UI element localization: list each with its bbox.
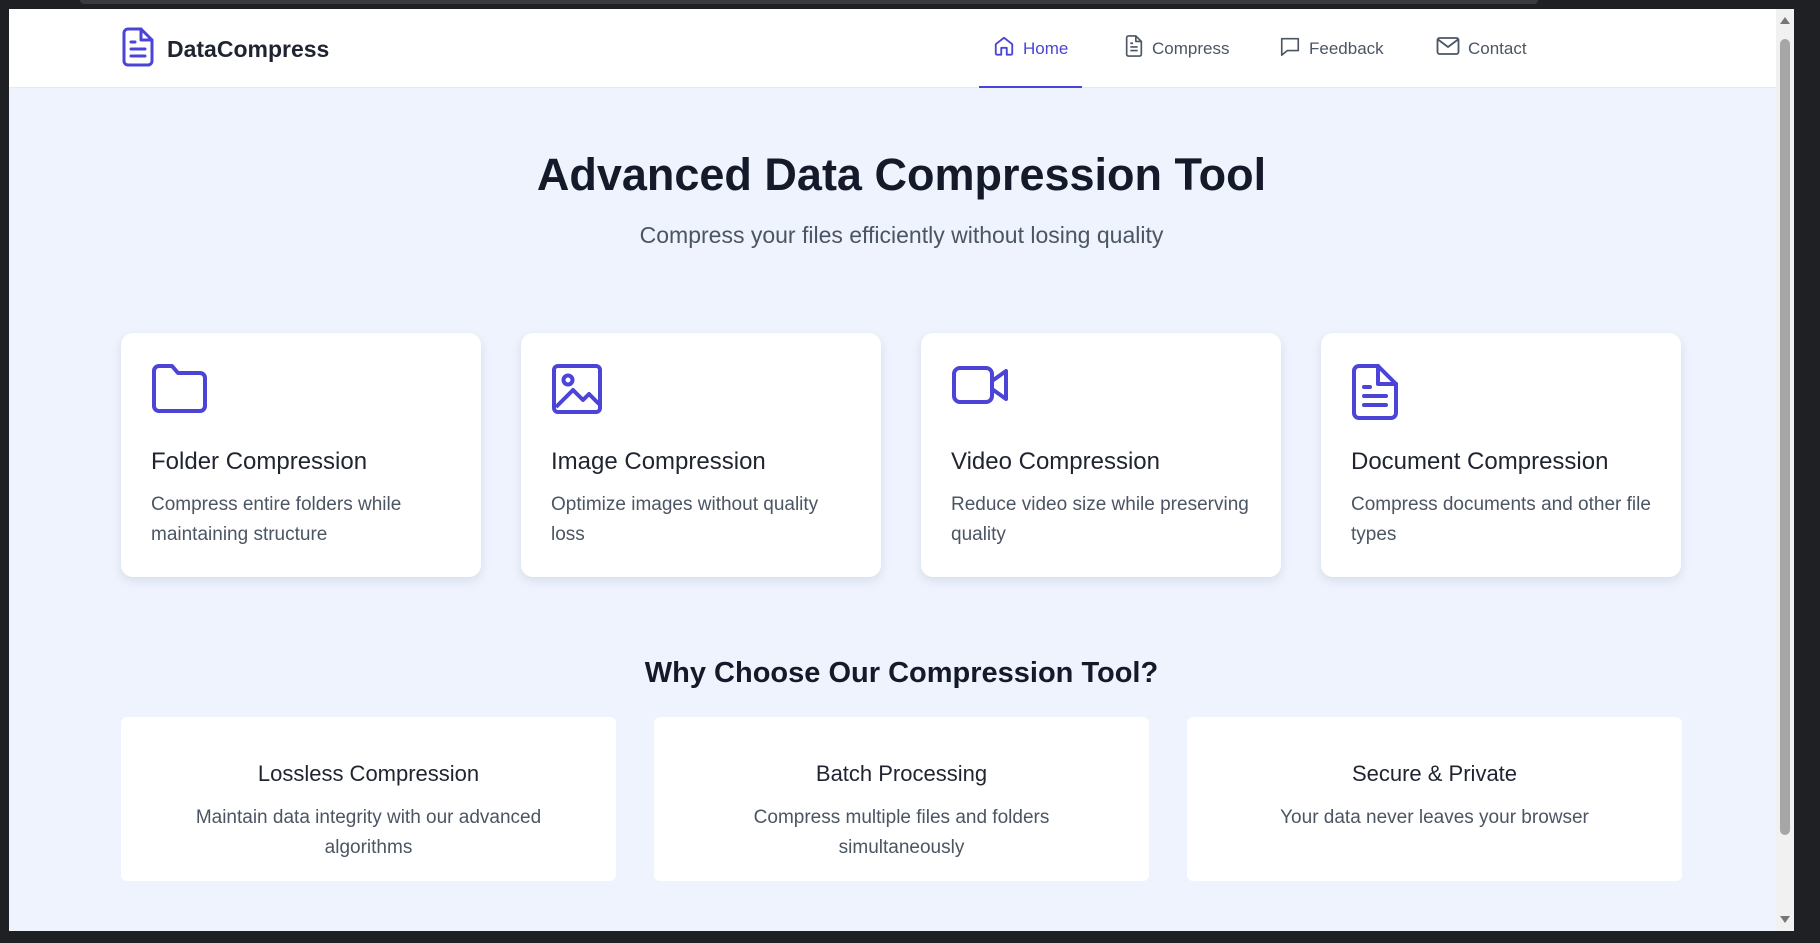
scroll-down-icon[interactable]	[1780, 916, 1790, 923]
feature-title: Batch Processing	[815, 761, 988, 786]
nav-compress[interactable]: Compress	[1124, 9, 1229, 88]
card-document-compression[interactable]: Document Compression Compress documents …	[1321, 333, 1681, 577]
nav-home-label: Home	[1023, 38, 1069, 58]
feature-lossless: Lossless Compression Maintain data integ…	[121, 717, 616, 881]
vertical-scrollbar[interactable]	[1776, 9, 1794, 931]
feature-batch: Batch Processing Compress multiple files…	[654, 717, 1149, 881]
document-icon	[1351, 363, 1401, 426]
card-title: Document Compression	[1351, 448, 1609, 475]
nav-feedback-label: Feedback	[1309, 38, 1384, 58]
card-title: Image Compression	[551, 448, 766, 475]
window-top-edge	[80, 0, 1538, 4]
navbar: DataCompress Home Compress Feedback Cont…	[9, 9, 1794, 88]
home-icon	[993, 35, 1015, 62]
feature-title: Lossless Compression	[257, 761, 480, 786]
browser-viewport: DataCompress Home Compress Feedback Cont…	[9, 9, 1794, 931]
feature-description: Your data never leaves your browser	[1280, 807, 1589, 828]
document-icon	[1124, 35, 1144, 62]
scroll-up-icon[interactable]	[1780, 17, 1790, 24]
card-title: Video Compression	[951, 448, 1161, 475]
image-icon	[551, 363, 603, 420]
document-icon	[121, 27, 155, 72]
page-subtitle: Compress your files efficiently without …	[639, 222, 1164, 248]
page-title: Advanced Data Compression Tool	[536, 149, 1267, 200]
card-title: Folder Compression	[151, 448, 368, 475]
card-description: Optimize images without quality loss	[551, 494, 819, 545]
nav-home[interactable]: Home	[979, 9, 1083, 88]
nav-compress-label: Compress	[1152, 38, 1230, 58]
card-description: Compress entire folders while maintainin…	[151, 494, 402, 545]
nav-contact-label: Contact	[1468, 38, 1527, 58]
feature-description: Maintain data integrity with our advance…	[195, 807, 542, 858]
brand-name: DataCompress	[167, 35, 330, 62]
card-description: Reduce video size while preserving quali…	[951, 494, 1249, 545]
card-description: Compress documents and other file types	[1351, 494, 1651, 545]
card-video-compression[interactable]: Video Compression Reduce video size whil…	[921, 333, 1281, 577]
scrollbar-thumb[interactable]	[1780, 39, 1790, 835]
folder-icon	[151, 363, 209, 420]
card-image-compression[interactable]: Image Compression Optimize images withou…	[521, 333, 881, 577]
video-icon	[951, 363, 1009, 412]
mail-icon	[1436, 36, 1460, 61]
chat-icon	[1279, 35, 1301, 62]
nav-feedback[interactable]: Feedback	[1279, 9, 1384, 88]
nav-contact[interactable]: Contact	[1436, 9, 1527, 88]
feature-secure: Secure & Private Your data never leaves …	[1187, 717, 1682, 881]
card-folder-compression[interactable]: Folder Compression Compress entire folde…	[121, 333, 481, 577]
feature-title: Secure & Private	[1351, 761, 1518, 786]
section-title: Why Choose Our Compression Tool?	[644, 657, 1159, 689]
feature-description: Compress multiple files and folders simu…	[753, 807, 1050, 858]
brand-logo[interactable]: DataCompress	[121, 27, 330, 72]
